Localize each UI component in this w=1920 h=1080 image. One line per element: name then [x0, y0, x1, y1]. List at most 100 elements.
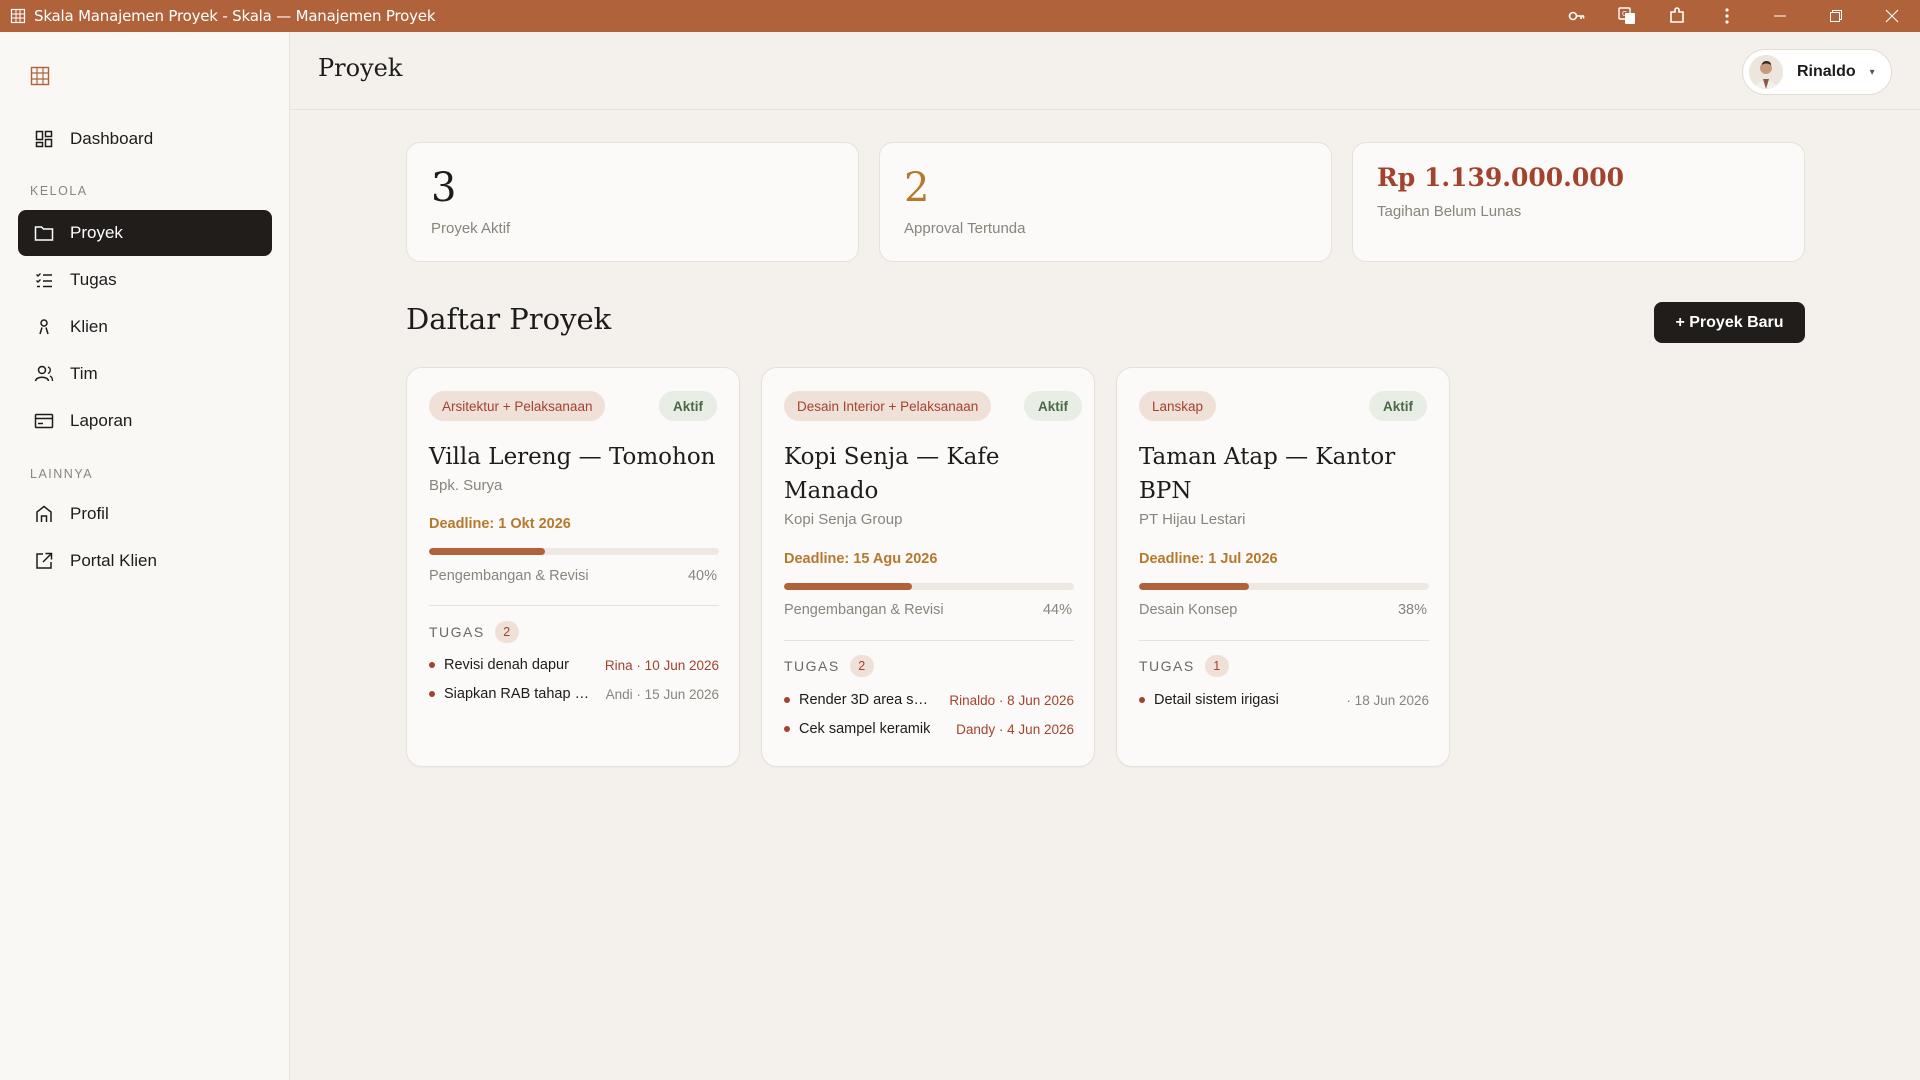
- tasks-label: TUGAS: [1139, 658, 1195, 674]
- stat-value: 2: [904, 165, 930, 211]
- sidebar: Dashboard KELOLA Proyek Tugas Klien Tim …: [0, 32, 290, 1080]
- checklist-icon: [34, 270, 54, 290]
- translate-icon[interactable]: G: [1602, 0, 1652, 32]
- tasks-label: TUGAS: [784, 658, 840, 674]
- close-icon[interactable]: [1864, 0, 1920, 32]
- task-name: Revisi denah dapur: [444, 657, 569, 673]
- tasks-header: TUGAS 1: [1139, 655, 1229, 677]
- task-item[interactable]: Cek sampel keramik Dandy · 4 Jun 2026: [784, 719, 1074, 739]
- stat-value: 3: [431, 165, 457, 211]
- page-title: Proyek: [318, 54, 403, 82]
- tasks-label: TUGAS: [429, 624, 485, 640]
- progress-fill: [784, 583, 912, 590]
- minimize-icon[interactable]: [1752, 0, 1808, 32]
- key-icon[interactable]: [1552, 0, 1602, 32]
- logo-grid-icon[interactable]: [30, 66, 50, 86]
- restore-icon[interactable]: [1808, 0, 1864, 32]
- progress-percent: 44%: [1042, 602, 1072, 618]
- project-card[interactable]: Lanskap Aktif Taman Atap — Kantor BPN PT…: [1116, 367, 1450, 767]
- home-icon: [34, 504, 54, 524]
- sidebar-item-label: Dashboard: [70, 129, 154, 148]
- tasks-header: TUGAS 2: [429, 621, 519, 643]
- task-count-badge: 1: [1204, 655, 1229, 677]
- status-badge: Aktif: [1024, 391, 1082, 421]
- category-badge: Lanskap: [1139, 391, 1217, 421]
- task-meta: Andi · 15 Jun 2026: [605, 686, 719, 702]
- sidebar-item-label: Tim: [70, 364, 98, 383]
- bullet-dot-icon: [429, 691, 435, 697]
- client-name: PT Hijau Lestari: [1139, 511, 1246, 528]
- extensions-icon[interactable]: [1652, 0, 1702, 32]
- project-name: Taman Atap — Kantor BPN: [1139, 444, 1396, 504]
- sidebar-item-label: Proyek: [70, 223, 123, 242]
- sidebar-item-tim[interactable]: Tim: [18, 351, 272, 397]
- client-name: Bpk. Surya: [429, 477, 503, 494]
- project-name: Villa Lereng — Tomohon: [429, 444, 716, 470]
- task-count-badge: 2: [849, 655, 874, 677]
- task-name: Detail sistem irigasi: [1154, 692, 1279, 708]
- external-link-icon: [34, 551, 54, 571]
- progress-fill: [429, 548, 545, 555]
- progress-percent: 38%: [1397, 602, 1427, 618]
- progress-bar: [1139, 583, 1429, 590]
- sidebar-item-dashboard[interactable]: Dashboard: [18, 116, 272, 162]
- progress-bar: [429, 548, 719, 555]
- task-item[interactable]: Revisi denah dapur Rina · 10 Jun 2026: [429, 655, 719, 675]
- user-menu-button[interactable]: Rinaldo ▾: [1742, 49, 1892, 95]
- user-name: Rinaldo: [1797, 63, 1856, 80]
- phase-label: Desain Konsep: [1139, 602, 1238, 618]
- progress-fill: [1139, 583, 1250, 590]
- status-badge: Aktif: [1369, 391, 1427, 421]
- sidebar-item-klien[interactable]: Klien: [18, 304, 272, 350]
- bullet-dot-icon: [784, 726, 790, 732]
- project-card[interactable]: Arsitektur + Pelaksanaan Aktif Villa Ler…: [406, 367, 740, 767]
- project-card[interactable]: Desain Interior + Pelaksanaan Aktif Kopi…: [761, 367, 1095, 767]
- tasks-header: TUGAS 2: [784, 655, 874, 677]
- phase-label: Pengembangan & Revisi: [784, 602, 944, 618]
- sidebar-item-profil[interactable]: Profil: [18, 491, 272, 537]
- divider: [429, 605, 719, 606]
- task-meta: Rinaldo · 8 Jun 2026: [949, 692, 1074, 708]
- task-meta: Dandy · 4 Jun 2026: [956, 721, 1074, 737]
- deadline: Deadline: 1 Okt 2026: [429, 516, 571, 532]
- top-header: Proyek Rinaldo ▾: [290, 32, 1920, 110]
- stat-label: Tagihan Belum Lunas: [1377, 203, 1522, 220]
- user-icon: [34, 317, 54, 337]
- task-meta: Rina · 10 Jun 2026: [604, 657, 719, 673]
- stat-label: Approval Tertunda: [904, 220, 1026, 237]
- bullet-dot-icon: [1139, 697, 1145, 703]
- sidebar-item-proyek[interactable]: Proyek: [18, 210, 272, 256]
- client-name: Kopi Senja Group: [784, 511, 903, 528]
- task-meta: · 18 Jun 2026: [1346, 692, 1429, 708]
- sidebar-item-label: Laporan: [70, 411, 133, 430]
- project-name: Kopi Senja — Kafe Manado: [784, 444, 1000, 504]
- stat-card-proyek-aktif: 3 Proyek Aktif: [406, 142, 859, 262]
- divider: [1139, 640, 1429, 641]
- window-titlebar: Skala Manajemen Proyek - Skala — Manajem…: [0, 0, 1920, 32]
- progress-percent: 40%: [687, 568, 717, 584]
- sidebar-item-label: Tugas: [70, 270, 117, 289]
- stat-card-tagihan: Rp 1.139.000.000 Tagihan Belum Lunas: [1352, 142, 1805, 262]
- sidebar-item-laporan[interactable]: Laporan: [18, 398, 272, 444]
- category-badge: Arsitektur + Pelaksanaan: [429, 391, 606, 421]
- sidebar-item-label: Profil: [70, 504, 109, 523]
- sidebar-item-portal-klien[interactable]: Portal Klien: [18, 538, 272, 584]
- deadline: Deadline: 15 Agu 2026: [784, 551, 938, 567]
- section-title: Daftar Proyek: [406, 302, 612, 336]
- avatar: [1749, 55, 1783, 89]
- task-count-badge: 2: [494, 621, 519, 643]
- task-item[interactable]: Detail sistem irigasi · 18 Jun 2026: [1139, 690, 1429, 710]
- task-item[interactable]: Render 3D area s… Rinaldo · 8 Jun 2026: [784, 690, 1074, 710]
- category-badge: Desain Interior + Pelaksanaan: [784, 391, 992, 421]
- report-card-icon: [34, 411, 54, 431]
- new-project-button[interactable]: + Proyek Baru: [1654, 302, 1805, 343]
- task-name: Cek sampel keramik: [799, 721, 931, 737]
- sidebar-item-tugas[interactable]: Tugas: [18, 257, 272, 303]
- folder-icon: [34, 223, 54, 243]
- more-menu-icon[interactable]: [1702, 0, 1752, 32]
- task-name: Siapkan RAB tahap …: [444, 686, 590, 702]
- window-title: Skala Manajemen Proyek - Skala — Manajem…: [34, 7, 436, 25]
- dashboard-icon: [34, 129, 54, 149]
- stat-label: Proyek Aktif: [431, 220, 511, 237]
- task-item[interactable]: Siapkan RAB tahap … Andi · 15 Jun 2026: [429, 684, 719, 704]
